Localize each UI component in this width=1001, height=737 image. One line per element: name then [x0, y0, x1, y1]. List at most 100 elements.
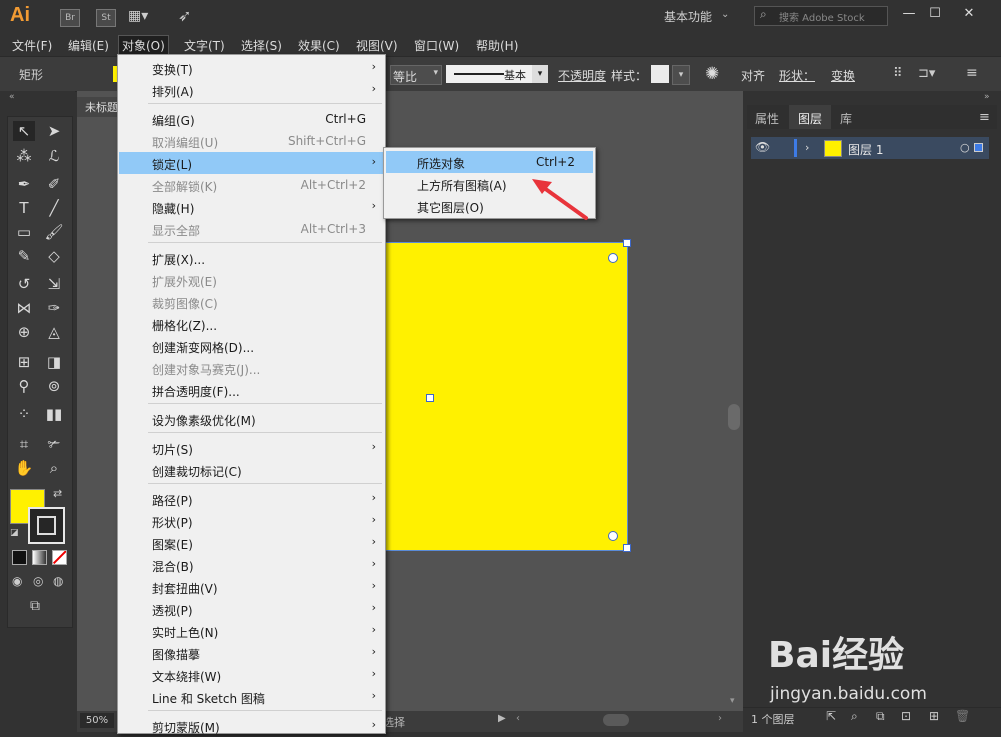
- stroke-ratio-select[interactable]: 等比 ▾: [390, 65, 442, 85]
- slice-tool-icon[interactable]: ✃: [43, 434, 65, 454]
- recolor-artwork-icon[interactable]: ✺: [705, 64, 719, 84]
- menu-item-arrange[interactable]: 排列(A) ›: [119, 79, 384, 101]
- menu-effect[interactable]: 效果(C): [296, 37, 342, 54]
- layer-name[interactable]: 图层 1: [848, 141, 883, 158]
- minimize-button[interactable]: —: [896, 4, 922, 24]
- zoom-tool-icon[interactable]: ⌕: [43, 458, 65, 478]
- bounding-box-handle[interactable]: [623, 544, 631, 552]
- menu-item-pattern[interactable]: 图案(E) ›: [119, 532, 384, 554]
- rotate-tool-icon[interactable]: ↺: [13, 274, 35, 294]
- stroke-profile-select[interactable]: 基本 ▾: [446, 65, 548, 83]
- menu-help[interactable]: 帮助(H): [474, 37, 520, 54]
- selection-indicator[interactable]: [974, 143, 983, 152]
- shape-link[interactable]: 形状：: [779, 67, 815, 84]
- close-button[interactable]: ✕: [956, 4, 982, 24]
- horizontal-scrollbar[interactable]: [603, 714, 629, 726]
- column-graph-tool-icon[interactable]: ▮▮: [43, 404, 65, 424]
- panel-menu-icon[interactable]: ≡: [979, 110, 990, 125]
- vertical-scrollbar[interactable]: [728, 404, 740, 430]
- draw-inside-icon[interactable]: ◍: [53, 574, 63, 588]
- export-icon[interactable]: ⇱: [826, 709, 836, 723]
- menu-item-crop-marks[interactable]: 创建裁切标记(C): [119, 459, 384, 481]
- type-tool-icon[interactable]: T: [13, 198, 35, 218]
- eyedropper-tool-icon[interactable]: ⚲: [13, 376, 35, 396]
- paintbrush-tool-icon[interactable]: 🖌: [43, 222, 65, 242]
- graphic-style-swatch[interactable]: [651, 65, 669, 83]
- corner-radius-widget[interactable]: [608, 253, 618, 263]
- menu-item-show-all[interactable]: 显示全部 Alt+Ctrl+3: [119, 218, 384, 240]
- menu-item-object-mosaic[interactable]: 创建对象马赛克(J)...: [119, 357, 384, 379]
- new-sublayer-icon[interactable]: ⊡: [901, 709, 911, 723]
- select-similar-icon[interactable]: ⊐▾: [918, 66, 935, 81]
- menu-type[interactable]: 文字(T): [182, 37, 227, 54]
- panel-menu-icon[interactable]: ≡: [966, 65, 978, 81]
- menu-item-line-sketch[interactable]: Line 和 Sketch 图稿 ›: [119, 686, 384, 708]
- rocket-icon[interactable]: ➶: [178, 6, 191, 25]
- collapse-right-panel-icon[interactable]: »: [984, 92, 990, 102]
- menu-item-blend[interactable]: 混合(B) ›: [119, 554, 384, 576]
- menu-item-group[interactable]: 编组(G) Ctrl+G: [119, 108, 384, 130]
- corner-radius-widget[interactable]: [608, 531, 618, 541]
- color-mode-icon[interactable]: [12, 550, 27, 565]
- lasso-tool-icon[interactable]: ℒ: [43, 146, 65, 166]
- tab-properties[interactable]: 属性: [755, 110, 779, 127]
- gradient-mode-icon[interactable]: [32, 550, 47, 565]
- new-layer-icon[interactable]: ⊞: [929, 709, 939, 723]
- bounding-box-handle[interactable]: [623, 239, 631, 247]
- artboard-tool-icon[interactable]: ⌗: [13, 434, 35, 454]
- menu-view[interactable]: 视图(V): [354, 37, 400, 54]
- chevron-down-icon[interactable]: ▾: [672, 65, 690, 85]
- rectangle-tool-icon[interactable]: ▭: [13, 222, 35, 242]
- transform-link[interactable]: 变换: [831, 67, 855, 84]
- width-tool-icon[interactable]: ⋈: [13, 298, 35, 318]
- opacity-link[interactable]: 不透明度: [558, 67, 606, 84]
- menu-item-flatten-transparency[interactable]: 拼合透明度(F)...: [119, 379, 384, 401]
- menu-item-pixel-perfect[interactable]: 设为像素级优化(M): [119, 408, 384, 430]
- menu-item-expand[interactable]: 扩展(X)...: [119, 247, 384, 269]
- magic-wand-tool-icon[interactable]: ⁂: [13, 146, 35, 166]
- screen-mode-icon[interactable]: ⧉: [30, 598, 40, 614]
- menu-item-path[interactable]: 路径(P) ›: [119, 488, 384, 510]
- tab-libraries[interactable]: 库: [840, 110, 852, 127]
- direct-selection-tool-icon[interactable]: ➤: [43, 121, 65, 141]
- swap-colors-icon[interactable]: ⇄: [53, 487, 62, 500]
- eraser-tool-icon[interactable]: ◇: [43, 246, 65, 266]
- locate-object-icon[interactable]: ⌕: [851, 709, 858, 724]
- maximize-button[interactable]: ☐: [922, 4, 948, 24]
- menu-file[interactable]: 文件(F): [10, 37, 54, 54]
- scale-tool-icon[interactable]: ⇲: [43, 274, 65, 294]
- eye-icon[interactable]: 👁: [755, 140, 770, 154]
- blend-tool-icon[interactable]: ⊚: [43, 376, 65, 396]
- menu-item-perspective[interactable]: 透视(P) ›: [119, 598, 384, 620]
- workspace-switcher[interactable]: 基本功能: [664, 8, 712, 25]
- delete-icon[interactable]: 🗑: [955, 709, 970, 723]
- hand-tool-icon[interactable]: ✋: [13, 458, 35, 478]
- clipping-mask-icon[interactable]: ⧉: [876, 709, 885, 724]
- selection-tool-icon[interactable]: ↖: [13, 121, 35, 141]
- perspective-grid-tool-icon[interactable]: ◬: [43, 322, 65, 342]
- zoom-level[interactable]: 50%: [80, 713, 114, 728]
- center-point-handle[interactable]: [426, 394, 434, 402]
- arrange-documents-icon[interactable]: ▦▾: [128, 8, 148, 24]
- menu-item-clipping-mask[interactable]: 剪切蒙版(M) ›: [119, 715, 384, 737]
- submenu-item-selection[interactable]: 所选对象 Ctrl+2: [386, 151, 593, 173]
- gradient-tool-icon[interactable]: ◨: [43, 352, 65, 372]
- pen-tool-icon[interactable]: ✒: [13, 174, 35, 194]
- align-link[interactable]: 对齐: [741, 67, 765, 84]
- puppet-warp-tool-icon[interactable]: ✑: [43, 298, 65, 318]
- scroll-right-arrow-icon[interactable]: ›: [718, 713, 722, 724]
- status-menu-arrow-icon[interactable]: ▶: [498, 713, 506, 724]
- line-tool-icon[interactable]: ╱: [43, 198, 65, 218]
- scroll-left-arrow-icon[interactable]: ‹: [516, 713, 520, 724]
- menu-item-lock[interactable]: 锁定(L) ›: [119, 152, 384, 174]
- menu-item-live-paint[interactable]: 实时上色(N) ›: [119, 620, 384, 642]
- menu-item-hide[interactable]: 隐藏(H) ›: [119, 196, 384, 218]
- menu-select[interactable]: 选择(S): [239, 37, 284, 54]
- menu-item-expand-appearance[interactable]: 扩展外观(E): [119, 269, 384, 291]
- draw-behind-icon[interactable]: ◎: [33, 574, 43, 588]
- menu-item-image-trace[interactable]: 图像描摹 ›: [119, 642, 384, 664]
- menu-item-transform[interactable]: 变换(T) ›: [119, 57, 384, 79]
- shaper-tool-icon[interactable]: ✎: [13, 246, 35, 266]
- menu-item-shape[interactable]: 形状(P) ›: [119, 510, 384, 532]
- tab-layers[interactable]: 图层: [798, 110, 822, 127]
